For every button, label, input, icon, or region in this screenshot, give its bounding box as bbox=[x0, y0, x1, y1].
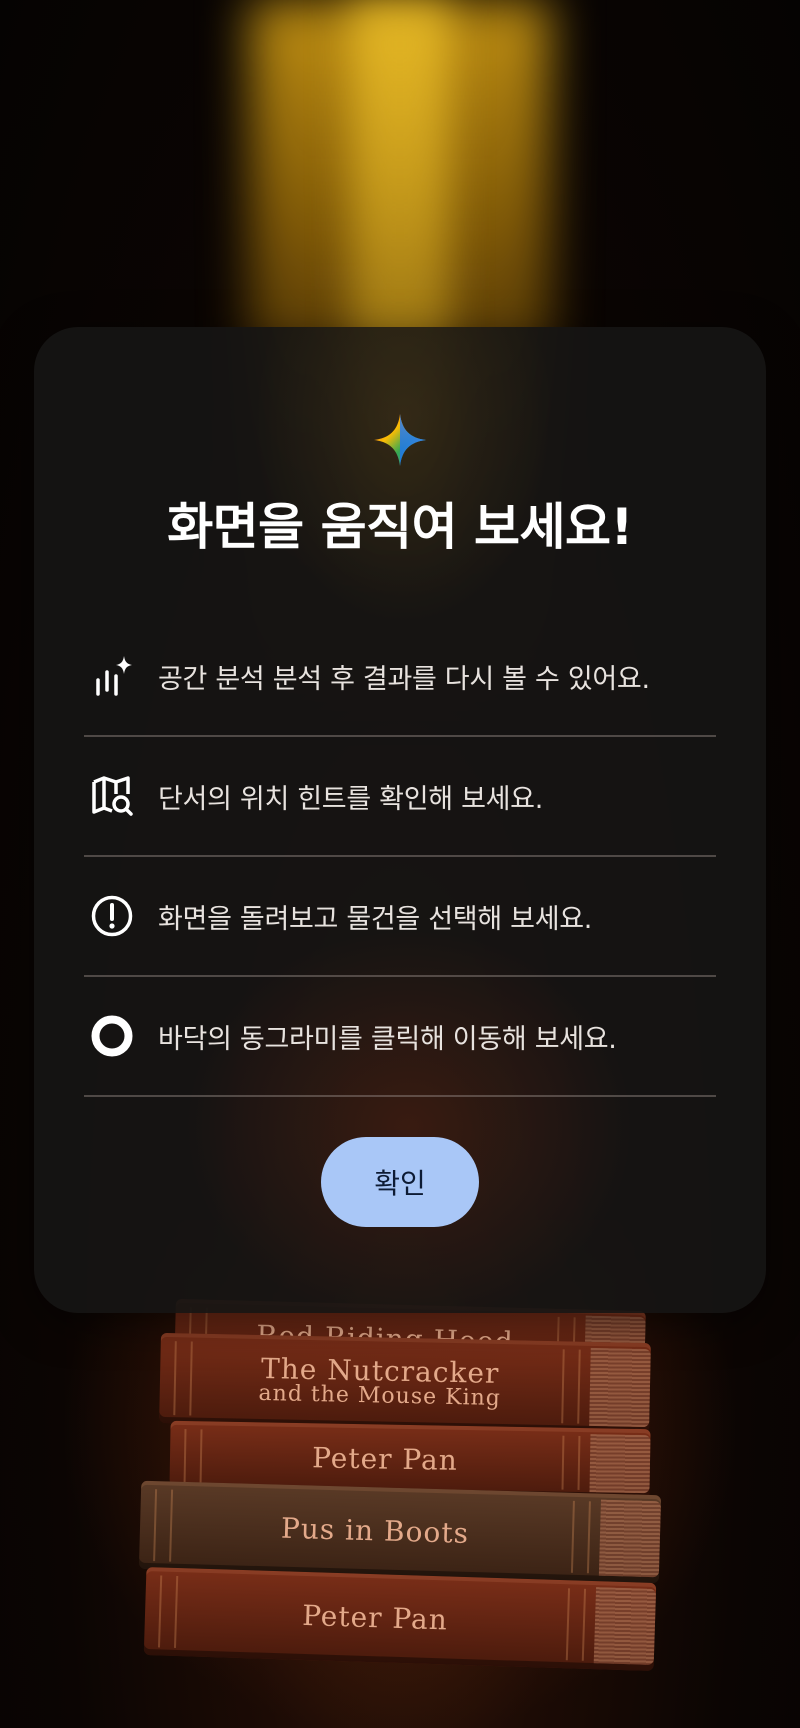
book-title: Pus in Boots bbox=[280, 1511, 470, 1550]
list-item: 공간 분석 분석 후 결과를 다시 볼 수 있어요. bbox=[84, 617, 716, 737]
book-puss-in-boots: Pus in Boots bbox=[138, 1480, 662, 1584]
book-title: Peter Pan bbox=[301, 1598, 449, 1637]
guide-dialog: 화면을 움직여 보세요! 공간 분석 분석 후 결과를 다시 볼 수 있어요. bbox=[34, 327, 766, 1313]
ring-circle-icon bbox=[88, 1012, 136, 1060]
list-item-label: 바닥의 동그라미를 클릭해 이동해 보세요. bbox=[158, 1023, 617, 1055]
book-nutcracker: The Nutcracker and the Mouse King bbox=[159, 1332, 651, 1434]
analysis-sparkle-icon bbox=[88, 652, 136, 700]
list-item: 화면을 돌려보고 물건을 선택해 보세요. bbox=[84, 857, 716, 977]
list-item-label: 공간 분석 분석 후 결과를 다시 볼 수 있어요. bbox=[158, 663, 650, 695]
list-item: 단서의 위치 힌트를 확인해 보세요. bbox=[84, 737, 716, 857]
book-peter-pan-bottom: Peter Pan bbox=[143, 1567, 657, 1671]
book-subtitle: and the Mouse King bbox=[258, 1380, 502, 1412]
book-title: Peter Pan bbox=[311, 1441, 459, 1477]
map-search-icon bbox=[88, 772, 136, 820]
gemini-sparkle-icon bbox=[374, 414, 426, 466]
instruction-list: 공간 분석 분석 후 결과를 다시 볼 수 있어요. 단서의 위치 힌트를 확인… bbox=[84, 617, 716, 1097]
list-item: 바닥의 동그라미를 클릭해 이동해 보세요. bbox=[84, 977, 716, 1097]
alert-circle-icon bbox=[88, 892, 136, 940]
dialog-title: 화면을 움직여 보세요! bbox=[167, 498, 633, 556]
confirm-button[interactable]: 확인 bbox=[321, 1137, 479, 1227]
list-item-label: 화면을 돌려보고 물건을 선택해 보세요. bbox=[158, 903, 593, 935]
list-item-label: 단서의 위치 힌트를 확인해 보세요. bbox=[158, 783, 543, 815]
